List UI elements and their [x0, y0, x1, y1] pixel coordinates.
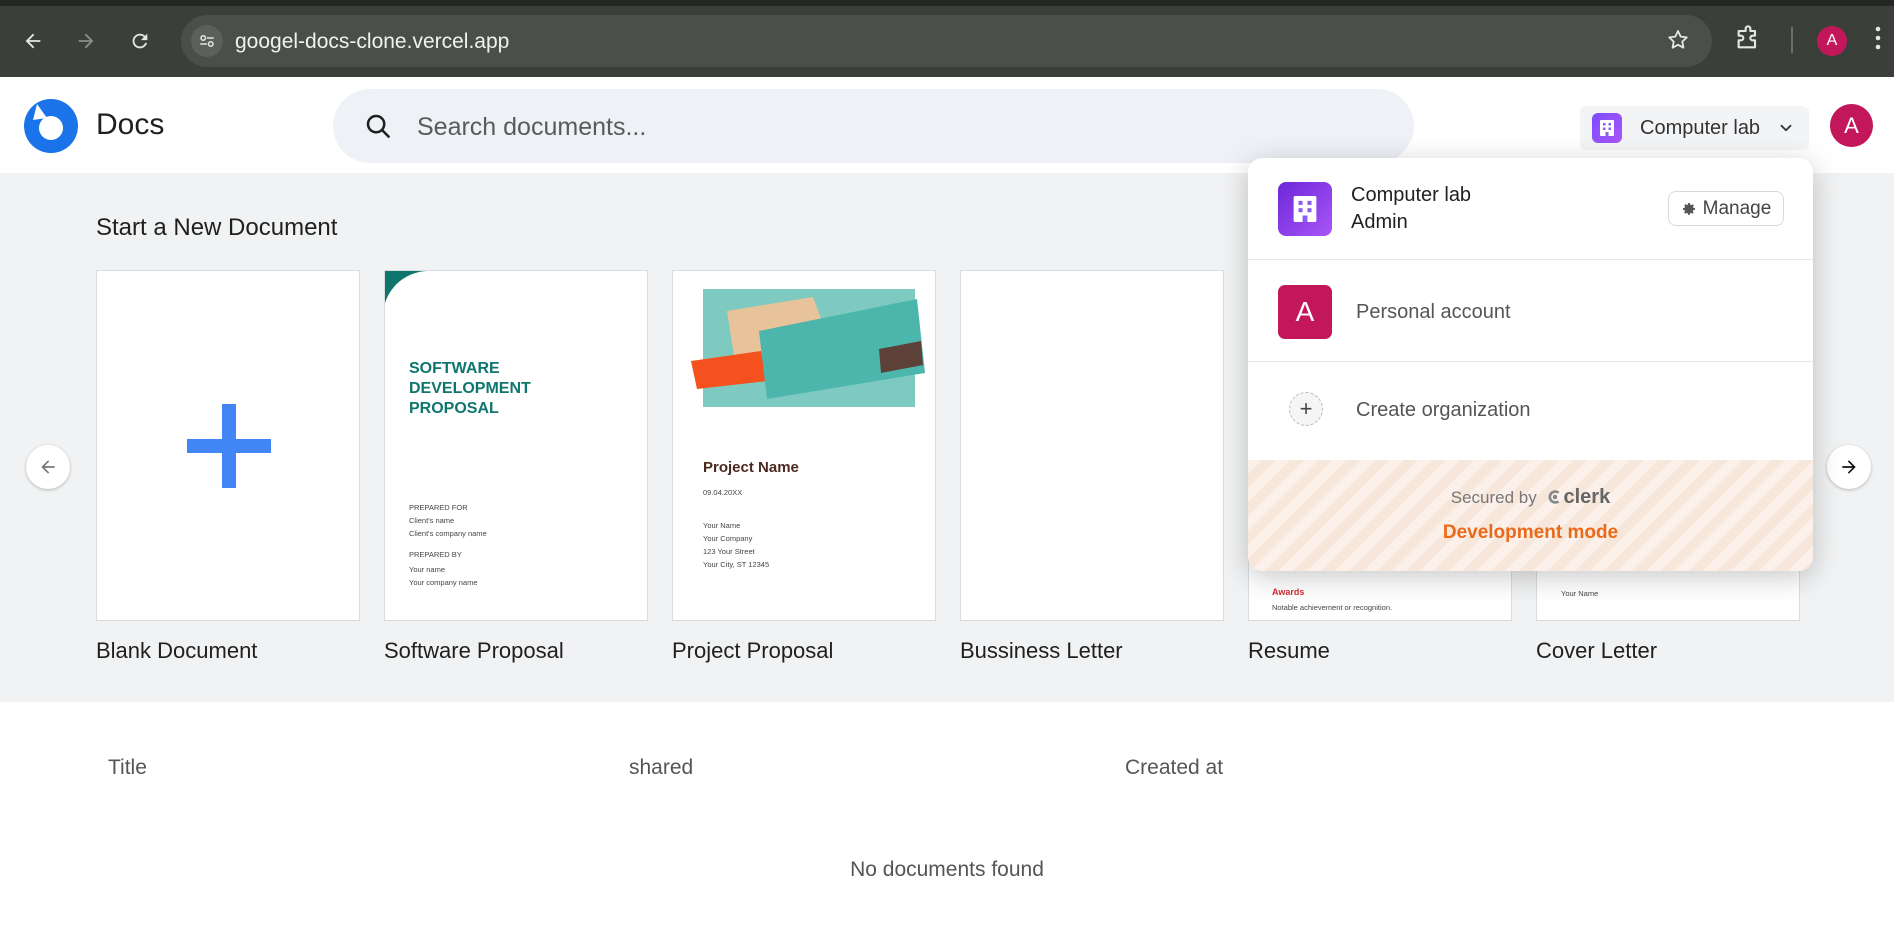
organization-switcher-popover: Computer lab Admin Manage A Personal acc… — [1248, 158, 1813, 571]
section-title: Start a New Document — [96, 214, 338, 241]
template-card-software-proposal[interactable]: SOFTWARE DEVELOPMENT PROPOSAL PREPARED F… — [384, 270, 648, 621]
preview-line: Your Name — [703, 521, 741, 530]
template-card-business-letter[interactable] — [960, 270, 1224, 621]
personal-account-row[interactable]: A Personal account — [1248, 260, 1813, 362]
site-info-icon[interactable] — [191, 25, 223, 57]
template-label[interactable]: Resume — [1248, 638, 1330, 664]
back-icon[interactable] — [16, 24, 50, 58]
column-header-created-at: Created at — [1125, 756, 1224, 779]
org-switcher-label: Computer lab — [1640, 116, 1761, 139]
carousel-prev-button[interactable] — [26, 445, 70, 489]
column-header-title: Title — [108, 756, 147, 779]
clerk-logo-icon — [1548, 490, 1559, 504]
extensions-icon[interactable] — [1734, 24, 1762, 57]
reload-icon[interactable] — [123, 24, 157, 58]
more-menu-icon[interactable] — [1874, 24, 1882, 57]
active-org-role: Admin — [1351, 211, 1408, 233]
address-bar[interactable]: googel-docs-clone.vercel.app — [181, 15, 1712, 67]
template-card-blank[interactable] — [96, 270, 360, 621]
preview-line: Client's company name — [409, 529, 487, 538]
template-label[interactable]: Bussiness Letter — [960, 638, 1123, 664]
organization-icon — [1592, 113, 1622, 143]
create-organization-label: Create organization — [1356, 399, 1531, 421]
preview-line: Your name — [409, 565, 445, 574]
development-mode-badge: Development mode — [1442, 522, 1619, 543]
preview-line: 123 Your Street — [703, 547, 755, 556]
popover-footer: Secured by clerk Development mode — [1248, 460, 1813, 571]
secured-by-label: Secured by — [1450, 488, 1537, 507]
template-label[interactable]: Cover Letter — [1536, 638, 1657, 664]
active-org-name: Computer lab — [1351, 184, 1472, 206]
preview-details: Your Name Your Company 123 Your Street Y… — [703, 519, 769, 571]
plus-icon — [187, 404, 271, 488]
manage-label: Manage — [1702, 197, 1772, 219]
preview-title: Project Name — [703, 459, 799, 476]
preview-line: PREPARED BY — [409, 550, 462, 559]
preview-title: Awards — [1272, 587, 1305, 597]
manage-button[interactable]: Manage — [1668, 191, 1784, 226]
toolbar-divider — [1791, 27, 1793, 53]
tab-strip — [0, 0, 1894, 6]
preview-line: Notable achievement or recognition. — [1272, 603, 1393, 612]
carousel-next-button[interactable] — [1827, 445, 1871, 489]
corner-decoration — [385, 271, 431, 303]
search-placeholder: Search documents... — [417, 113, 647, 141]
gear-icon — [1682, 202, 1695, 215]
preview-line: Your company name — [409, 578, 478, 587]
brand-title[interactable]: Docs — [96, 108, 164, 142]
plus-icon: + — [1289, 392, 1323, 426]
empty-state-message: No documents found — [850, 858, 1044, 881]
column-header-shared: shared — [629, 756, 694, 779]
preview-details: PREPARED FOR Client's name Client's comp… — [409, 501, 487, 589]
preview-date: 09.04.20XX — [703, 488, 743, 497]
organization-icon — [1278, 182, 1332, 236]
preview-line: Your Company — [703, 534, 753, 543]
user-avatar[interactable]: A — [1830, 104, 1873, 147]
cover-artwork — [691, 289, 925, 407]
preview-line: PREPARED FOR — [409, 503, 468, 512]
search-input[interactable]: Search documents... — [333, 89, 1414, 163]
preview-line: Your Name — [1561, 589, 1599, 598]
forward-icon[interactable] — [69, 24, 103, 58]
template-card-project-proposal[interactable]: Project Name 09.04.20XX Your Name Your C… — [672, 270, 936, 621]
browser-toolbar: googel-docs-clone.vercel.app A — [0, 0, 1894, 77]
clerk-wordmark: clerk — [1563, 486, 1611, 508]
active-org-row: Computer lab Admin Manage — [1248, 158, 1813, 260]
docs-logo-icon[interactable] — [23, 98, 79, 154]
org-switcher-button[interactable]: Computer lab — [1580, 106, 1809, 150]
preview-title: SOFTWARE DEVELOPMENT PROPOSAL — [409, 360, 531, 417]
secured-by-text[interactable]: Secured by clerk — [1248, 486, 1813, 509]
create-organization-row[interactable]: + Create organization — [1248, 362, 1813, 460]
url-text: googel-docs-clone.vercel.app — [235, 30, 510, 53]
personal-account-label: Personal account — [1356, 301, 1511, 323]
preview-line: Client's name — [409, 516, 455, 525]
personal-account-avatar: A — [1278, 285, 1332, 339]
browser-profile-avatar[interactable]: A — [1817, 26, 1847, 56]
template-label[interactable]: Blank Document — [96, 638, 257, 664]
template-label[interactable]: Project Proposal — [672, 638, 833, 664]
preview-line: Your City, ST 12345 — [703, 560, 770, 569]
search-icon — [363, 111, 393, 146]
template-label[interactable]: Software Proposal — [384, 638, 564, 664]
bookmark-star-icon[interactable] — [1666, 28, 1690, 57]
chevron-down-icon — [1777, 119, 1795, 142]
